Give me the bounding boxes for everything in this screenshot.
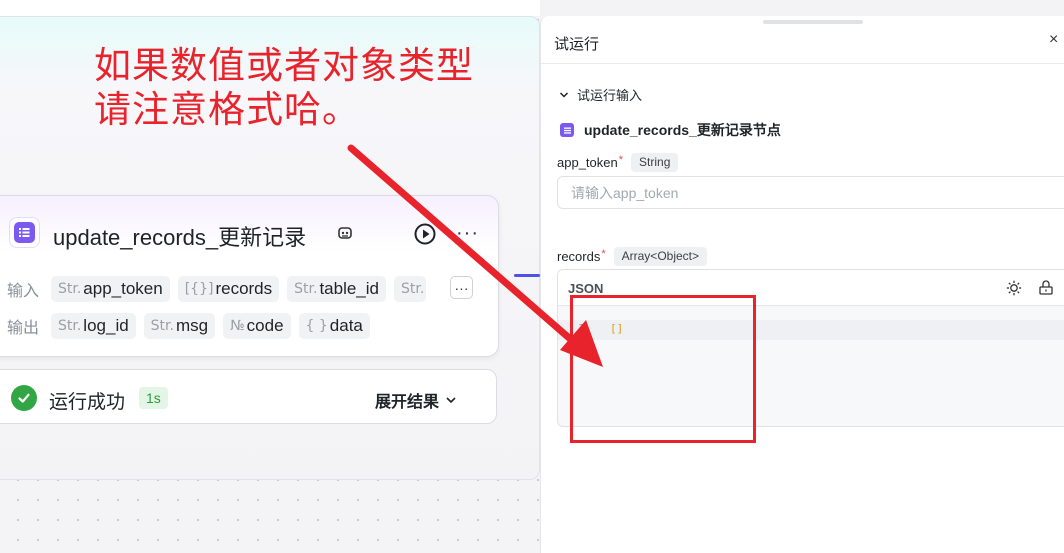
- outputs-label: 输出: [7, 320, 40, 337]
- annotation-text-line1: 如果数值或者对象类型: [94, 44, 474, 87]
- str-type-icon: Str.: [150, 318, 174, 334]
- run-status-card[interactable]: 运行成功 1s 展开结果: [0, 369, 497, 424]
- type-tag: Array<Object>: [613, 247, 708, 266]
- panel-title: 试运行: [554, 36, 600, 53]
- required-mark: *: [601, 247, 606, 260]
- number-type-icon: №: [230, 318, 245, 334]
- input-chip: Str. app_token: [51, 276, 170, 302]
- type-tag: String: [631, 153, 679, 172]
- required-mark: *: [618, 153, 624, 166]
- canvas-top-strip: [0, 0, 540, 16]
- node-card-update-records[interactable]: update_records_更新记录 ··· 输入 Str. app_token…: [0, 195, 499, 357]
- more-options-icon[interactable]: ···: [456, 222, 479, 245]
- records-field-label: records * Array<Object>: [557, 247, 708, 266]
- list-doc-icon: [560, 123, 574, 137]
- node-outputs-row: 输出 Str. log_id Str. msg № code { } data: [7, 313, 378, 339]
- expand-result-button[interactable]: 展开结果: [375, 388, 457, 412]
- robot-icon[interactable]: [336, 224, 354, 242]
- format-icon[interactable]: [1038, 280, 1054, 296]
- panel-header: 试运行 ×: [541, 16, 1064, 64]
- annotation-text-line2: 请注意格式哈。: [94, 88, 360, 131]
- list-doc-icon: [9, 217, 40, 248]
- output-chip: Str. msg: [143, 313, 216, 339]
- node-inputs-row: 输入 Str. app_token [{}] records Str. table_i…: [7, 276, 434, 302]
- inputs-more-button[interactable]: ···: [450, 276, 473, 299]
- str-type-icon: Str.: [294, 281, 318, 297]
- section-label: 试运行输入: [577, 88, 643, 103]
- test-run-input-section-toggle[interactable]: 试运行输入: [559, 85, 642, 104]
- str-type-icon: Str.: [58, 281, 82, 297]
- run-status-text: 运行成功: [49, 392, 126, 413]
- node-reference-name: update_records_更新记录节点: [584, 122, 781, 138]
- node-title: update_records_更新记录: [53, 225, 307, 250]
- close-icon[interactable]: ×: [1049, 31, 1058, 49]
- app-token-input[interactable]: [557, 176, 1064, 209]
- array-object-type-icon: [{}]: [184, 281, 214, 297]
- test-run-panel: 试运行 × 试运行输入 update_records_更新记录节点 app_to…: [540, 16, 1064, 553]
- node-reference: update_records_更新记录节点: [560, 120, 781, 140]
- object-type-icon: { }: [305, 318, 328, 334]
- check-circle-icon: [11, 385, 37, 411]
- inputs-label: 输入: [7, 283, 40, 300]
- chevron-down-icon: [446, 397, 456, 404]
- str-type-icon: Str.: [58, 318, 82, 334]
- run-duration-badge: 1s: [139, 387, 168, 409]
- app-token-field-label: app_token * String: [557, 153, 679, 172]
- workflow-canvas[interactable]: 如果数值或者对象类型 请注意格式哈。 update_records_更新记录 ·…: [0, 0, 540, 553]
- json-editor-title: JSON: [568, 281, 604, 296]
- annotation-highlight-box: [570, 295, 756, 443]
- expand-result-label: 展开结果: [375, 394, 440, 411]
- output-chip: Str. log_id: [51, 313, 136, 339]
- chevron-down-icon: [559, 91, 569, 98]
- output-chip: { } data: [298, 313, 370, 339]
- sun-icon[interactable]: [1006, 280, 1022, 296]
- output-chip: № code: [223, 313, 291, 339]
- input-chip-overflow: Str.: [394, 276, 426, 302]
- edge-connector: [514, 274, 540, 277]
- input-chip: Str. table_id: [287, 276, 386, 302]
- input-chip: [{}] records: [177, 276, 280, 302]
- play-icon[interactable]: [414, 223, 436, 245]
